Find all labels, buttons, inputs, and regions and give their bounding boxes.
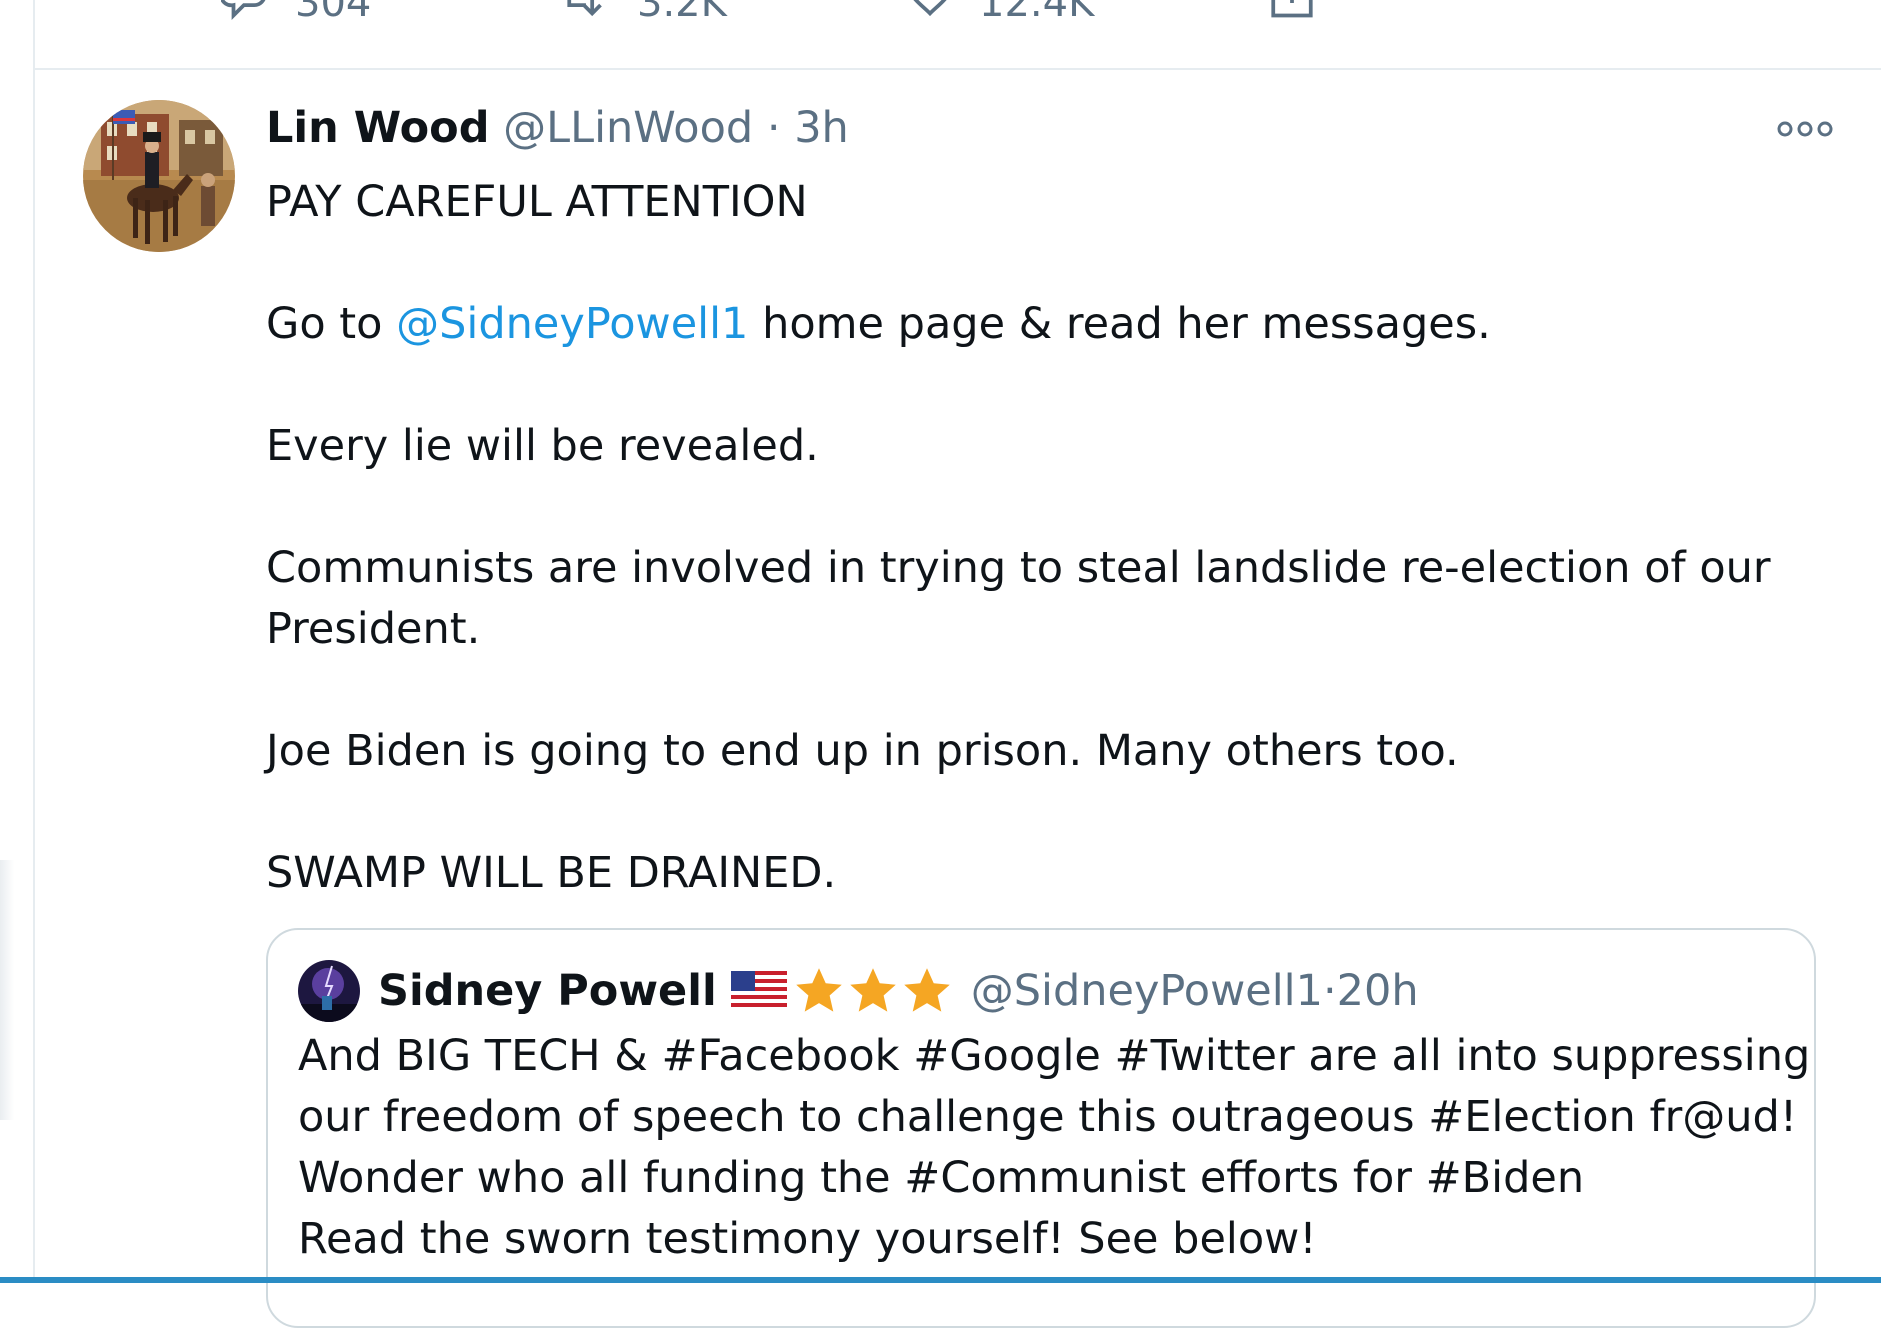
- author-handle[interactable]: @LLinWood: [503, 103, 753, 153]
- more-horizontal-icon: [1777, 121, 1833, 137]
- tweet-text-line: Joe Biden is going to end up in prison. …: [266, 726, 1459, 776]
- quoted-text-line: Read the sworn testimony yourself! See b…: [298, 1214, 1317, 1264]
- separator-dot: ·: [1322, 966, 1337, 1016]
- share-button[interactable]: [1267, 0, 1341, 28]
- star-icon: [849, 968, 896, 1012]
- retweet-button[interactable]: 3.2K: [563, 0, 727, 28]
- quoted-tweet-header: Sidney Powell @SidneyPowell1 · 20h: [298, 958, 1419, 1024]
- quoted-author-handle: @SidneyPowell1: [970, 966, 1323, 1016]
- tweet-text-line: SWAMP WILL BE DRAINED.: [266, 848, 837, 898]
- text-segment: home page & read her messages.: [748, 299, 1491, 349]
- us-flag-icon: [730, 971, 787, 1011]
- quoted-author-name: Sidney Powell: [378, 966, 717, 1016]
- quoted-tweet-text: And BIG TECH & #Facebook #Google #Twitte…: [298, 1026, 1811, 1270]
- retweet-count: 3.2K: [637, 0, 727, 26]
- tweet[interactable]: Lin Wood @LLinWood · 3h PAY CAREFUL ATTE…: [35, 70, 1881, 1328]
- tweet-timestamp[interactable]: 3h: [794, 103, 849, 153]
- quoted-tweet-card[interactable]: Sidney Powell @SidneyPowell1 · 20h And B…: [266, 928, 1816, 1328]
- mention-link[interactable]: @SidneyPowell1: [396, 299, 748, 349]
- window-bottom-border: [0, 1277, 1881, 1283]
- more-options-button[interactable]: [1777, 114, 1833, 144]
- retweet-icon: [567, 0, 602, 17]
- painting-avatar-image: [83, 100, 235, 252]
- tweet-text: PAY CAREFUL ATTENTION Go to @SidneyPowel…: [266, 172, 1786, 965]
- tweet-text-line: Go to @SidneyPowell1 home page & read he…: [266, 294, 1786, 355]
- heart-icon: [913, 0, 947, 17]
- reply-icon: [221, 0, 266, 21]
- previous-tweet-action-bar: 304 3.2K 12.4K: [35, 0, 1881, 70]
- tweet-text-line: PAY CAREFUL ATTENTION: [266, 177, 808, 227]
- tweet-text-line: Communists are involved in trying to ste…: [266, 543, 1771, 654]
- window-edge-shadow: [0, 860, 14, 1120]
- quoted-text-line: our freedom of speech to challenge this …: [298, 1092, 1798, 1142]
- timeline-column: 304 3.2K 12.4K Lin Wood @LLinWood · 3h P…: [33, 0, 1881, 1328]
- quoted-text-line: Wonder who all funding the #Communist ef…: [298, 1153, 1585, 1203]
- author-name[interactable]: Lin Wood: [266, 103, 489, 153]
- reply-count: 304: [295, 0, 372, 26]
- quoted-text-line: And BIG TECH & #Facebook #Google #Twitte…: [298, 1031, 1811, 1081]
- star-icon: [795, 968, 842, 1012]
- reply-button[interactable]: 304: [221, 0, 371, 28]
- quoted-tweet-timestamp: 20h: [1336, 966, 1419, 1016]
- like-count: 12.4K: [979, 0, 1095, 26]
- quoted-author-avatar: [298, 960, 360, 1022]
- separator-dot: ·: [766, 103, 781, 153]
- like-button[interactable]: 12.4K: [905, 0, 1094, 28]
- tweet-header: Lin Wood @LLinWood · 3h: [266, 102, 849, 156]
- author-avatar[interactable]: [83, 100, 235, 252]
- star-icon: [903, 968, 950, 1012]
- tweet-text-line: Every lie will be revealed.: [266, 421, 819, 471]
- text-segment: Go to: [266, 299, 397, 349]
- share-icon: [1271, 0, 1313, 18]
- night-storm-avatar-image: [298, 960, 360, 1022]
